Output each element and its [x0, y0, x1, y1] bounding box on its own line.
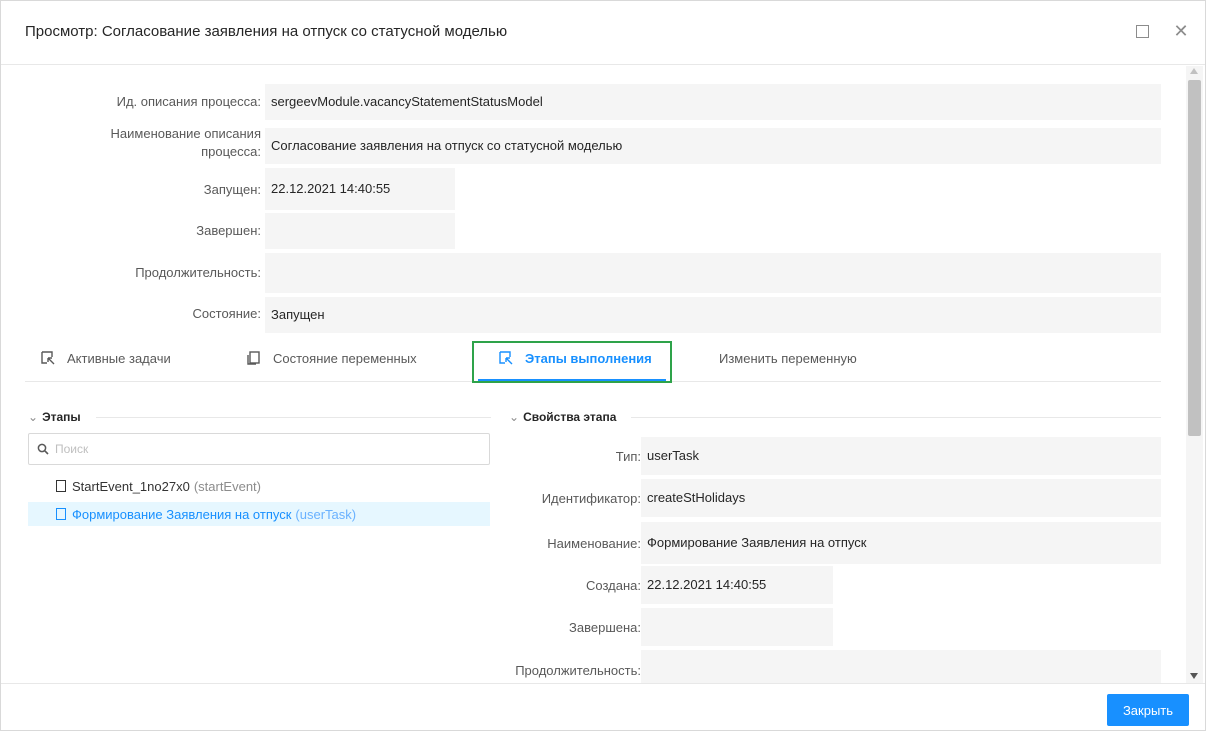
close-button[interactable]: Закрыть [1107, 694, 1189, 726]
dialog-title: Просмотр: Согласование заявления на отпу… [25, 23, 508, 40]
started-label: Запущен: [203, 182, 261, 197]
tree-item-type: (startEvent) [193, 478, 261, 494]
dialog-footer: Закрыть [1, 683, 1205, 731]
dialog-body: Ид. описания процесса: sergeevModule.vac… [1, 66, 1205, 683]
stage-id-label: Идентификатор: [541, 491, 641, 506]
stage-type-value: userTask [641, 437, 1161, 475]
duration-label: Продолжительность: [135, 265, 261, 280]
tab-variable-state[interactable]: Состояние переменных [247, 334, 417, 382]
divider [631, 417, 1161, 418]
process-name-label: Наименование описания процесса: [61, 125, 261, 161]
divider [96, 417, 491, 418]
tab-bar: Активные задачи Состояние переменных Эта… [25, 334, 1161, 383]
duration-value [265, 253, 1161, 293]
maximize-icon[interactable] [1136, 25, 1149, 38]
process-view-dialog: Просмотр: Согласование заявления на отпу… [0, 0, 1206, 731]
started-value: 22.12.2021 14:40:55 [265, 168, 455, 210]
tab-label: Активные задачи [67, 350, 171, 366]
scroll-down-arrow-icon[interactable] [1190, 673, 1198, 679]
process-name-value: Согласование заявления на отпуск со стат… [265, 128, 1161, 164]
scroll-thumb[interactable] [1188, 80, 1201, 436]
stages-title: Этапы [42, 410, 81, 424]
finished-value [265, 213, 455, 249]
stages-section-header[interactable]: ⌄ Этапы [28, 408, 81, 426]
search-icon [37, 443, 49, 455]
tab-change-variable[interactable]: Изменить переменную [719, 334, 857, 382]
process-name-label-line2: процесса: [201, 144, 261, 159]
tree-item[interactable]: StartEvent_1no27x0 (startEvent) [28, 474, 490, 498]
scroll-up-arrow-icon[interactable] [1190, 68, 1198, 74]
stage-name-label: Наименование: [547, 536, 641, 551]
stage-created-value: 22.12.2021 14:40:55 [641, 566, 833, 604]
chevron-down-icon: ⌄ [28, 410, 39, 424]
tab-label: Состояние переменных [273, 350, 417, 366]
close-icon[interactable]: ✕ [1171, 21, 1191, 41]
copy-icon [247, 351, 261, 365]
highlight-box [472, 341, 672, 383]
stage-id-value: createStHolidays [641, 479, 1161, 517]
stage-finished-value [641, 608, 833, 646]
stage-props-section-header[interactable]: ⌄ Свойства этапа [509, 408, 616, 426]
state-value: Запущен [265, 297, 1161, 333]
tree-item-name: Формирование Заявления на отпуск [72, 506, 292, 522]
file-icon [56, 480, 66, 492]
stage-duration-label: Продолжительность: [515, 663, 641, 678]
stage-duration-value [641, 650, 1161, 683]
stage-created-label: Создана: [586, 578, 641, 593]
stage-name-value: Формирование Заявления на отпуск [641, 522, 1161, 564]
file-icon [56, 508, 66, 520]
tree-item-name: StartEvent_1no27x0 [72, 478, 190, 494]
process-name-label-line1: Наименование описания [110, 126, 261, 141]
stage-props-title: Свойства этапа [523, 410, 617, 424]
stage-finished-label: Завершена: [569, 620, 641, 635]
search-placeholder: Поиск [55, 442, 89, 456]
tree-item-type: (userTask) [295, 506, 357, 522]
state-label: Состояние: [192, 306, 261, 321]
vertical-scrollbar[interactable] [1186, 66, 1203, 683]
stage-type-label: Тип: [615, 449, 641, 464]
tree-item-selected[interactable]: Формирование Заявления на отпуск (userTa… [28, 502, 490, 526]
process-id-label: Ид. описания процесса: [116, 94, 261, 109]
chevron-down-icon: ⌄ [509, 410, 520, 424]
finished-label: Завершен: [196, 223, 261, 238]
select-icon [41, 351, 55, 365]
tab-active-tasks[interactable]: Активные задачи [41, 334, 171, 382]
process-id-value: sergeevModule.vacancyStatementStatusMode… [265, 84, 1161, 120]
dialog-header: Просмотр: Согласование заявления на отпу… [1, 1, 1205, 65]
tab-label: Изменить переменную [719, 350, 857, 366]
stages-search-input[interactable]: Поиск [28, 433, 490, 465]
